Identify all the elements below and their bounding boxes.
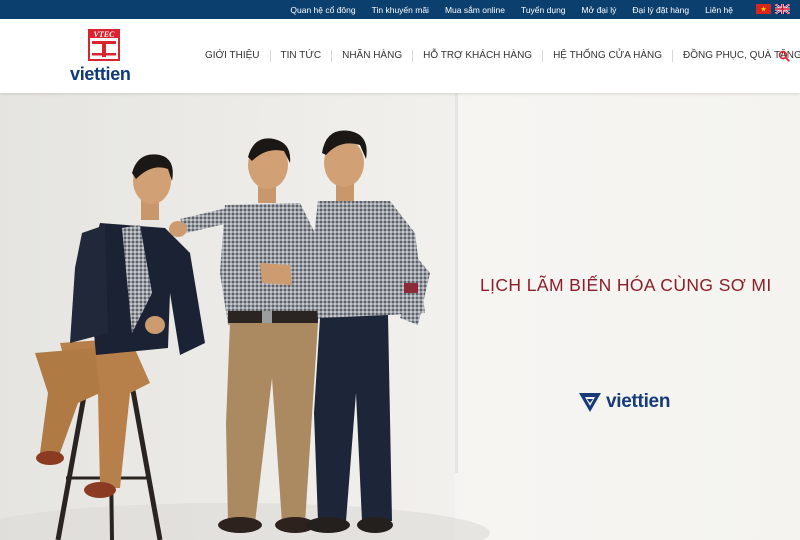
top-link-online-shopping[interactable]: Mua sắm online [437, 5, 513, 15]
top-utility-bar: Quan hệ cổ đông Tin khuyến mãi Mua sắm o… [0, 0, 800, 19]
nav-about[interactable]: GIỚI THIỆU [195, 50, 270, 62]
hero-brand-text: viettien [606, 391, 671, 412]
main-navigation: GIỚI THIỆU TIN TỨC NHÃN HÀNG HỖ TRỢ KHÁC… [195, 19, 800, 93]
nav-store-system[interactable]: HỆ THỐNG CỬA HÀNG [542, 50, 672, 62]
nav-brands[interactable]: NHÃN HÀNG [331, 50, 412, 62]
nav-customer-support[interactable]: HỖ TRỢ KHÁCH HÀNG [412, 50, 542, 62]
viettien-v-icon [579, 393, 601, 412]
search-icon[interactable] [778, 50, 790, 62]
models-photo [0, 93, 490, 540]
language-switcher [756, 4, 790, 14]
top-link-careers[interactable]: Tuyển dụng [513, 5, 574, 15]
top-link-agency-order[interactable]: Đại lý đặt hàng [624, 5, 697, 15]
nav-news[interactable]: TIN TỨC [269, 50, 332, 62]
hero-tagline: LỊCH LÃM BIẾN HÓA CÙNG SƠ MI [480, 275, 772, 295]
vtec-logo-mark: VTEC [88, 29, 120, 61]
top-links: Quan hệ cổ đông Tin khuyến mãi Mua sắm o… [282, 0, 741, 19]
logo-wordmark: viettien [70, 64, 131, 84]
top-link-contact[interactable]: Liên hệ [697, 5, 741, 15]
site-logo[interactable]: VTEC viettien [66, 29, 142, 85]
vietnamese-flag-icon[interactable] [756, 4, 771, 14]
top-link-open-agency[interactable]: Mở đại lý [574, 5, 625, 15]
top-link-promotions[interactable]: Tin khuyến mãi [364, 5, 437, 15]
hero-banner[interactable]: LỊCH LÃM BIẾN HÓA CÙNG SƠ MI viettien [0, 93, 800, 540]
main-header: VTEC viettien GIỚI THIỆU TIN TỨC NHÃN HÀ… [0, 19, 800, 93]
hero-brand-logo: viettien [578, 389, 670, 415]
top-link-shareholders[interactable]: Quan hệ cổ đông [282, 5, 363, 15]
english-flag-icon[interactable] [775, 4, 790, 14]
logo-mark-text: VTEC [94, 30, 116, 39]
